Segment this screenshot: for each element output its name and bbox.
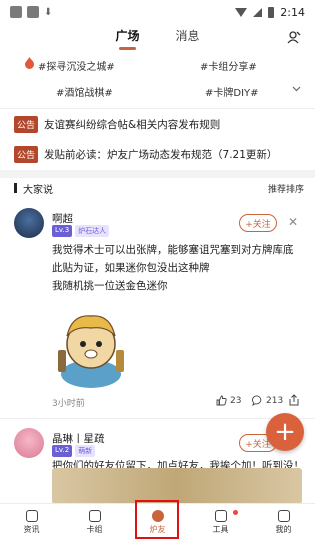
section-title: 大家说: [23, 184, 53, 196]
compose-post-button[interactable]: +: [266, 413, 304, 451]
sort-dropdown[interactable]: 推荐排序: [268, 182, 304, 195]
user-badges: Lv.2 萌新: [52, 445, 96, 457]
download-icon: ⬇: [44, 6, 53, 18]
follow-button[interactable]: +关注: [239, 214, 277, 232]
nav-label: 炉友: [149, 525, 166, 534]
avatar[interactable]: [14, 428, 44, 458]
post-image[interactable]: [52, 468, 302, 504]
plus-icon: +: [274, 417, 296, 447]
status-time: 2:14: [280, 5, 305, 19]
friends-icon: [151, 510, 164, 522]
status-system: 2:14: [235, 6, 305, 19]
post-content[interactable]: 我觉得术士可以出张牌，能够塞诅咒塞到对方牌库底 此贴为证，如果迷你包没出这种牌 …: [52, 241, 302, 295]
nav-label: 我的: [275, 525, 292, 534]
profile-icon: [277, 510, 290, 522]
nav-tools[interactable]: 工具: [189, 504, 252, 541]
notice-item[interactable]: 公告 发贴前必读：炉友广场动态发布规范（7.21更新）: [14, 144, 277, 164]
post-line: 我随机挑一位送金色迷你: [52, 280, 168, 292]
nav-decks[interactable]: 卡组: [63, 504, 126, 541]
user-badges: Lv.3 炉石达人: [52, 225, 110, 237]
section-separator: [0, 170, 315, 178]
status-notifications: ⬇: [10, 6, 52, 18]
topic-link[interactable]: #探寻沉没之城#: [38, 58, 115, 73]
topic-link[interactable]: #卡组分享#: [200, 58, 257, 73]
user-search-icon[interactable]: [287, 30, 301, 44]
notice-item[interactable]: 公告 友谊赛纠纷综合帖&相关内容发布规则: [14, 114, 220, 134]
topic-link[interactable]: #卡牌DIY#: [205, 84, 259, 99]
notice-title: 友谊赛纠纷综合帖&相关内容发布规则: [44, 118, 221, 131]
post-line: 我觉得术士可以出张牌，能够塞诅咒塞到对方牌库底: [52, 244, 294, 256]
post-username[interactable]: 啊超: [52, 211, 73, 226]
nav-label: 卡组: [86, 525, 103, 534]
nav-label: 资讯: [23, 525, 40, 534]
post-line: 此贴为证，如果迷你包没出这种牌: [52, 262, 210, 274]
post-username[interactable]: 晶琳丨星疏: [52, 431, 105, 446]
topic-link[interactable]: #酒馆战棋#: [56, 84, 113, 99]
battery-icon: [268, 6, 275, 18]
signal-icon: [253, 7, 263, 17]
title-badge: 萌新: [75, 445, 96, 457]
share-icon[interactable]: [288, 394, 300, 406]
like-button[interactable]: 23: [216, 395, 241, 406]
notice-title: 发贴前必读：炉友广场动态发布规范（7.21更新）: [44, 148, 278, 161]
post-image-sticker[interactable]: [52, 306, 130, 388]
thumbs-up-icon: [216, 395, 227, 406]
comment-icon: [252, 395, 262, 406]
hot-topics: #探寻沉没之城# #卡组分享# #酒馆战棋# #卡牌DIY#: [0, 54, 315, 108]
divider: [0, 418, 315, 419]
chevron-down-icon[interactable]: [292, 84, 301, 93]
divider: [0, 108, 315, 109]
notification-icon: [27, 6, 39, 18]
post-time: 3小时前: [52, 399, 85, 409]
comment-count: 213: [266, 395, 284, 406]
close-icon[interactable]: ✕: [288, 215, 298, 229]
nav-news[interactable]: 资讯: [0, 504, 63, 541]
tools-icon: [214, 510, 227, 522]
tab-square[interactable]: 广场: [115, 27, 140, 50]
nav-label: 工具: [212, 525, 229, 534]
level-badge: Lv.2: [52, 445, 73, 457]
notice-badge: 公告: [14, 145, 39, 163]
nav-friends[interactable]: 炉友: [126, 504, 189, 541]
notice-badge: 公告: [14, 115, 39, 133]
bottom-nav: 资讯 卡组 炉友 工具 我的: [0, 503, 315, 541]
avatar[interactable]: [14, 208, 44, 238]
level-badge: Lv.3: [52, 225, 73, 237]
fire-icon: [25, 57, 34, 69]
section-marker: [14, 183, 17, 193]
top-tabs: 广场 消息: [0, 24, 315, 52]
comment-button[interactable]: 213: [252, 395, 283, 406]
notification-icon: [10, 6, 22, 18]
like-count: 23: [230, 395, 242, 406]
wifi-icon: [235, 7, 248, 17]
deck-icon: [88, 510, 101, 522]
tab-messages[interactable]: 消息: [176, 27, 200, 50]
news-icon: [25, 510, 38, 522]
status-bar: ⬇ 2:14: [0, 0, 315, 24]
section-header: 大家说 推荐排序: [14, 180, 304, 196]
notification-dot: [233, 510, 238, 515]
title-badge: 炉石达人: [75, 225, 110, 237]
nav-profile[interactable]: 我的: [252, 504, 315, 541]
